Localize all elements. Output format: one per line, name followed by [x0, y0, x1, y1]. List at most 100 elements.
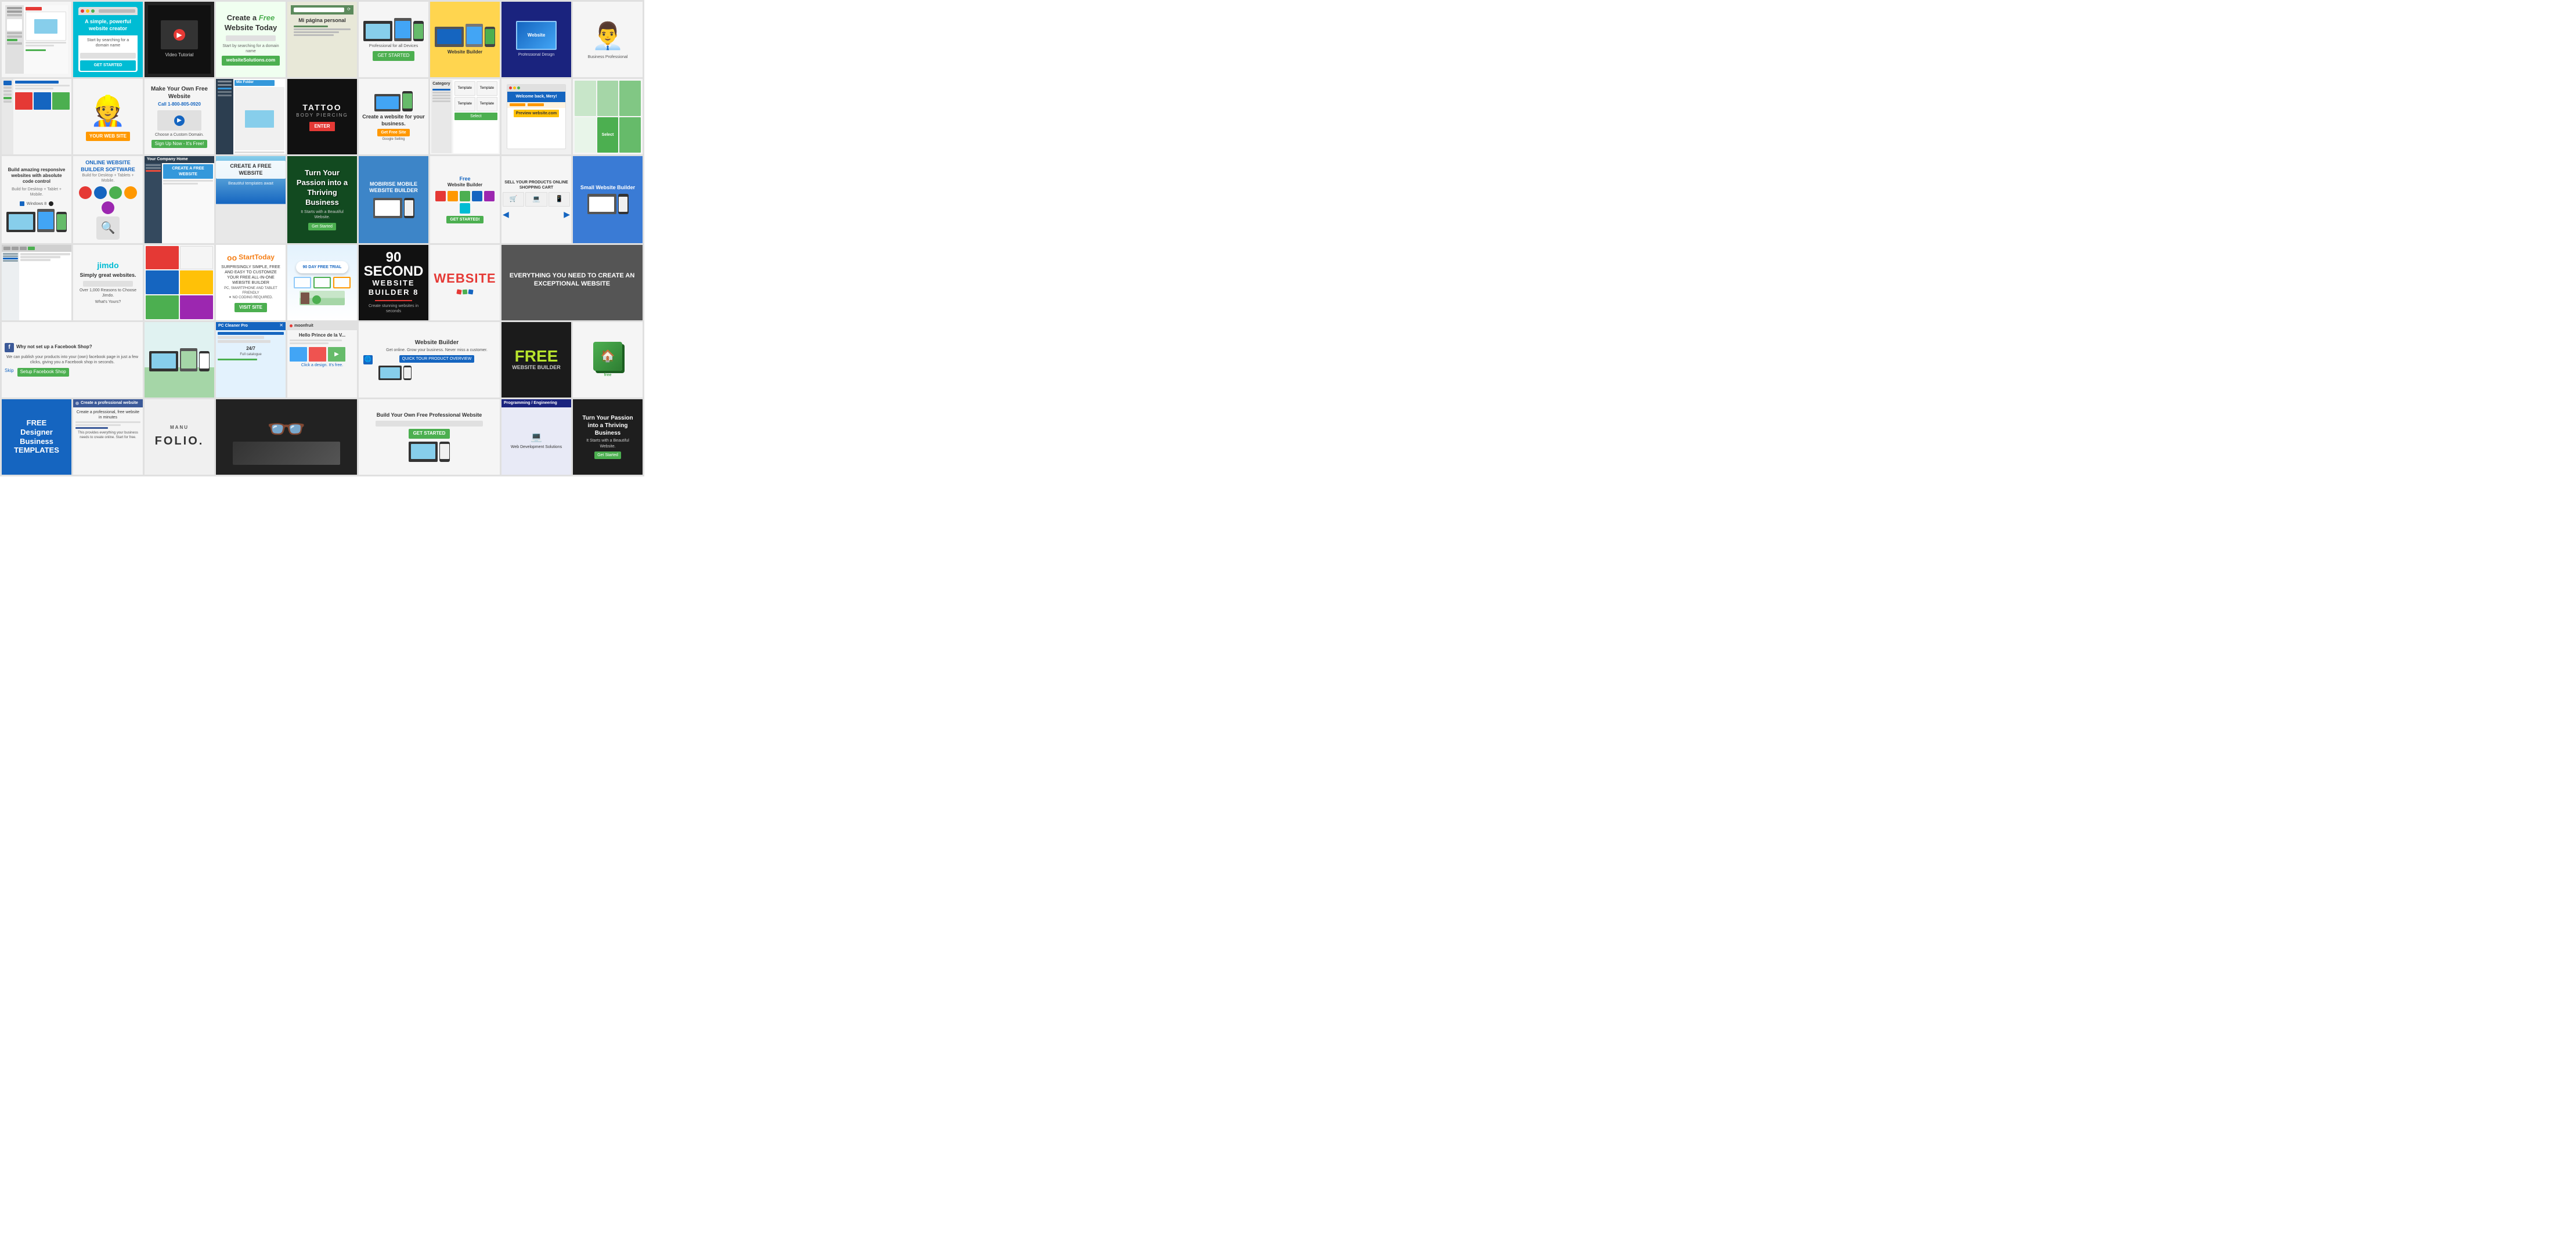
tile-cyan-builder[interactable]: A simple, powerful website creator Start… — [73, 2, 143, 77]
tile-wb-box[interactable]: 🌐 Website Builder Get online. Grow your … — [359, 322, 500, 398]
tile-programming[interactable]: Programming / Engineering 💻 Web Developm… — [502, 399, 571, 475]
tile-templates-multi[interactable] — [145, 245, 214, 320]
tile-start-today[interactable]: oo StartToday SURPRISINGLY SIMPLE, FREE … — [216, 245, 286, 320]
tile-videobird[interactable]: Make Your Own Free Website Call 1-800-80… — [145, 79, 214, 154]
ucoz-btn[interactable]: GET STARTED! — [446, 216, 483, 223]
builder-3d-label: free — [604, 373, 612, 378]
tile-idlly[interactable]: Create a website for your business. Get … — [359, 79, 428, 154]
tile-moonfruit[interactable]: moonfruit Hello Prince de la V... ▶ Clic… — [287, 322, 357, 398]
folio-nav: MANU — [170, 425, 189, 431]
tile-devices-promo[interactable]: Professional for all Devices GET STARTED — [359, 2, 428, 77]
jimdo-logo: jimdo — [97, 260, 118, 270]
jimdo-reasons: Over 1,000 Reasons to Choose Jimdo. — [77, 288, 139, 298]
tile-pc-cleaner[interactable]: PC Cleaner Pro ✕ 24/7 Full catalogue — [216, 322, 286, 398]
passion2-subtitle: It Starts with a Beautiful Website. — [579, 438, 637, 449]
tile-free-designer[interactable]: FREEDesignerBusinessTEMPLATES — [2, 399, 71, 475]
tile-dark-video[interactable]: ▶ Video Tutorial — [145, 2, 214, 77]
tile-ucoz[interactable]: Free Website Builder GET STARTED! — [430, 156, 500, 243]
free-wb-label: WEBSITE BUILDER — [512, 364, 561, 371]
ucoz-subtitle: Website Builder — [448, 182, 482, 188]
fb-skip-btn[interactable]: Skip — [5, 368, 14, 376]
90second-title: 90 SECOND — [362, 251, 425, 279]
tile-sitejam[interactable] — [2, 2, 71, 77]
everything-title: EVERYTHING YOU NEED TO CREATE AN EXCEPTI… — [505, 272, 639, 288]
tile-green-templates[interactable]: Select — [573, 79, 643, 154]
fb-setup-btn[interactable]: Setup Facebook Shop — [17, 368, 69, 376]
responsive-subtitle: Build for Desktop + Tablet + Mobile. — [5, 187, 68, 197]
wb-box-tour-btn[interactable]: QUICK TOUR PRODUCT OVERVIEW — [399, 355, 475, 363]
fb-shop-desc: We can publish your products into your (… — [5, 355, 140, 366]
wb-box-title: Website Builder — [378, 339, 495, 346]
builder-3d-box: 🏠 — [593, 342, 622, 371]
tile-create-free-2[interactable]: CREATE A FREE WEBSITE Beautiful template… — [216, 156, 286, 243]
tile-clouds-scene[interactable]: 90 DAY FREE TRIAL — [287, 245, 357, 320]
passion-subtitle: It Starts with a Beautiful Website. — [293, 209, 351, 220]
prev-arrow[interactable]: ◀ — [503, 209, 509, 219]
start-today-label: StartToday — [239, 253, 275, 262]
tile-online-builder[interactable]: ONLINE WEBSITE BUILDER SOFTWARE Build fo… — [73, 156, 143, 243]
tile-build-own[interactable]: Build Your Own Free Professional Website… — [359, 399, 500, 475]
tile-business-man[interactable]: 👨‍💼 Business Professional — [573, 2, 643, 77]
tile-editor[interactable]: Mix Folder — [216, 79, 286, 154]
tattoo-heading: TATTOO — [302, 102, 341, 113]
tile-small-builder[interactable]: Small Website Builder — [573, 156, 643, 243]
tile-passion2[interactable]: Turn Your Passion into a Thriving Busine… — [573, 399, 643, 475]
website-red-text: WEBSITE — [434, 270, 496, 287]
moonfruit-tagline: Click a design. It's free. — [290, 363, 355, 368]
next-arrow[interactable]: ▶ — [564, 209, 570, 219]
sell-title: SELL YOUR PRODUCTS ONLINE SHOPPING CART — [503, 180, 570, 190]
tile-construction-character[interactable]: 👷 YOUR WEB SITE — [73, 79, 143, 154]
start-today-devices: PC, SMARTPHONE AND TABLET FRIENDLY — [219, 287, 282, 296]
create-free-btn[interactable]: websiteSolutions.com — [222, 56, 280, 65]
free-designer-text: FREEDesignerBusinessTEMPLATES — [14, 418, 59, 454]
moonfruit-next[interactable]: ▶ — [328, 347, 345, 362]
build-own-btn[interactable]: GET STARTED — [409, 429, 450, 438]
wb-box-desc: Get online. Grow your business. Never mi… — [378, 348, 495, 353]
tile-responsive[interactable]: Build amazing responsive websites with a… — [2, 156, 71, 243]
tile-free-wb[interactable]: FREE WEBSITE BUILDER — [502, 322, 571, 398]
free-wb-text: FREE — [515, 348, 558, 364]
start-today-btn[interactable]: VISIT SITE — [234, 303, 267, 312]
tile-sell-online[interactable]: SELL YOUR PRODUCTS ONLINE SHOPPING CART … — [502, 156, 571, 243]
tile-blue-monitor[interactable]: Website Professional Design — [502, 2, 571, 77]
passion-btn[interactable]: Get Started — [308, 223, 336, 230]
tile-everything[interactable]: EVERYTHING YOU NEED TO CREATE AN EXCEPTI… — [502, 245, 643, 320]
tile-website-red[interactable]: WEBSITE — [430, 245, 500, 320]
tile-mobirise[interactable]: MOBIRISE MOBILE WEBSITE BUILDER — [359, 156, 428, 243]
tile-category[interactable]: Category Template Template Template Temp… — [430, 79, 500, 154]
tile-fb-professional[interactable]: Create a professional website Create a p… — [73, 399, 143, 475]
tile-jimdo[interactable]: jimdo Simply great websites. Over 1,000 … — [73, 245, 143, 320]
ucoz-title: Free — [459, 176, 470, 183]
tile-create-free-website[interactable]: Create a Free Website Today Start by sea… — [216, 2, 286, 77]
start-today-desc: SURPRISINGLY SIMPLE, FREE AND EASY TO CU… — [219, 265, 282, 286]
tile-personal-page[interactable]: ⟳ Mi página personal — [287, 2, 357, 77]
online-builder-subtitle: Build for Desktop + Tablets + Mobile. — [77, 173, 139, 183]
tile-fb-shop[interactable]: f Why not set up a Facebook Shop? We can… — [2, 322, 143, 398]
passion2-btn[interactable]: Get Started — [594, 451, 621, 459]
build-own-title: Build Your Own Free Professional Website — [377, 412, 482, 419]
jimdo-yours: What's Yours? — [95, 299, 121, 305]
tile-webuzo[interactable] — [2, 79, 71, 154]
start-today-nocoding: ✦ NO CODING REQUIRED. — [229, 296, 273, 301]
online-builder-title: ONLINE WEBSITE BUILDER SOFTWARE — [77, 160, 139, 173]
tile-builder-3d[interactable]: 🏠 free — [573, 322, 643, 398]
mobirise-title: MOBIRISE MOBILE WEBSITE BUILDER — [362, 181, 425, 194]
folio-title: FOLIO. — [155, 433, 204, 449]
tile-devices-green[interactable] — [145, 322, 214, 398]
tile-tattoo[interactable]: TATTOO BODY PIERCING ENTER — [287, 79, 357, 154]
tile-folio[interactable]: MANU FOLIO. — [145, 399, 214, 475]
devices-btn[interactable]: GET STARTED — [373, 51, 414, 60]
tile-passion[interactable]: Turn Your Passion into a Thriving Busine… — [287, 156, 357, 243]
tile-90second[interactable]: 90 SECOND WEBSITE BUILDER 8 Create stunn… — [359, 245, 428, 320]
tile-yellow-promo[interactable]: Website Builder — [430, 2, 500, 77]
passion2-title: Turn Your Passion into a Thriving Busine… — [579, 414, 637, 437]
90second-subtitle: WEBSITE BUILDER 8 — [362, 279, 425, 298]
tile-company-home[interactable]: Your Company Home CREATE A FREE WEBSITE — [145, 156, 214, 243]
tile-toolbar-editor[interactable] — [2, 245, 71, 320]
passion-title: Turn Your Passion into a Thriving Busine… — [293, 168, 351, 208]
90second-desc: Create stunning websites in seconds — [362, 304, 425, 314]
image-grid: A simple, powerful website creator Start… — [0, 0, 644, 476]
tile-glasses-person[interactable]: 👓 — [216, 399, 357, 475]
tile-site-preview[interactable]: Welcome back, Mery! Preview website.com — [502, 79, 571, 154]
fb-pro-title: Create a professional, free website in m… — [75, 410, 140, 420]
